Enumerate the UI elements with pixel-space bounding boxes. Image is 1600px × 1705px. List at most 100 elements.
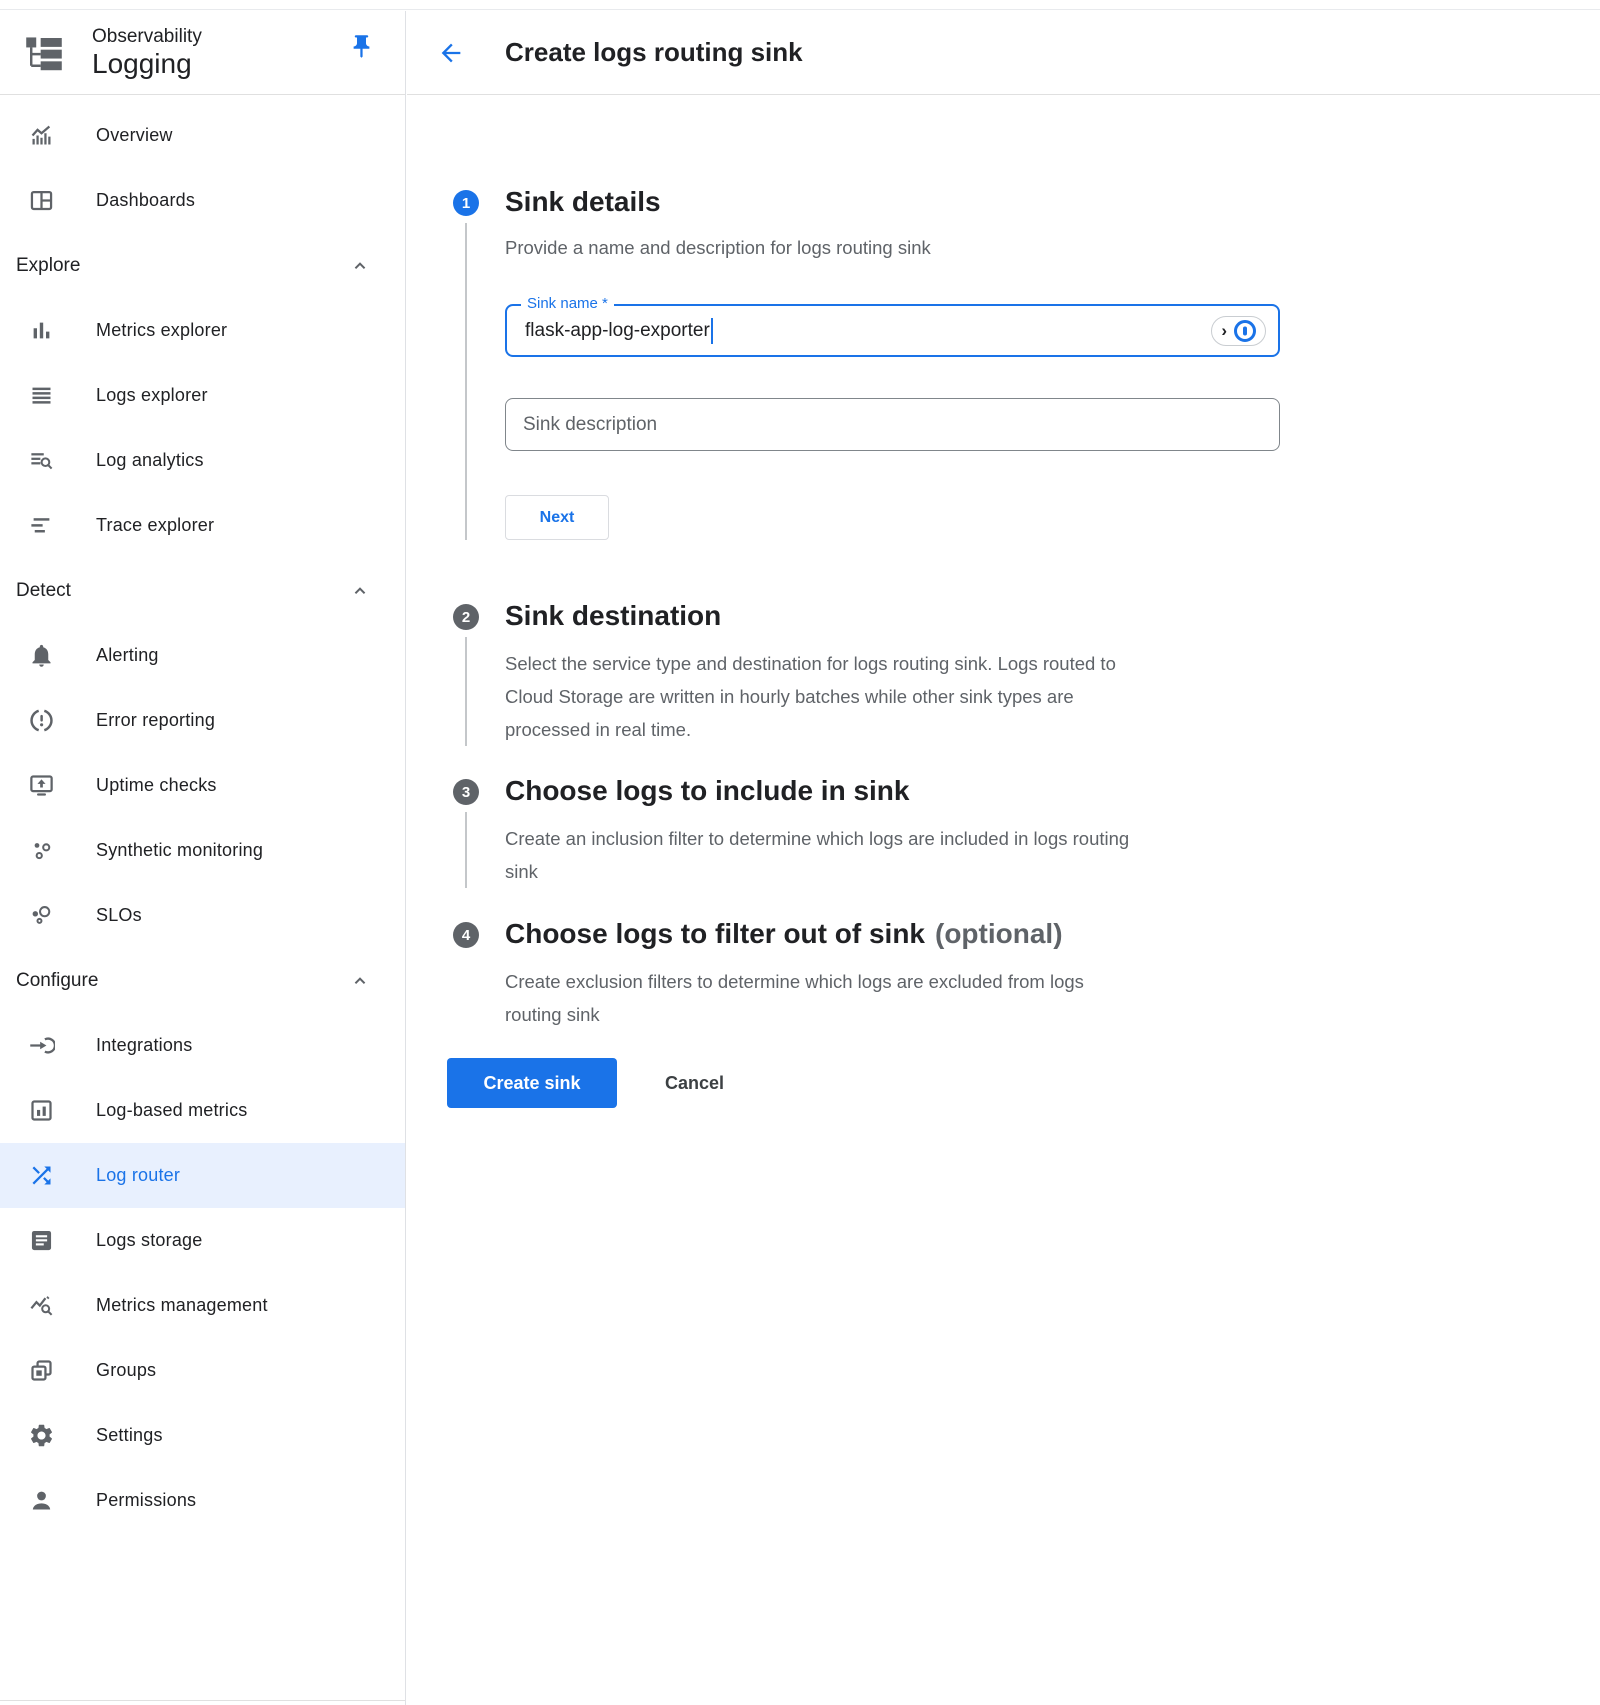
sidebar-item-metrics-management[interactable]: Metrics management bbox=[0, 1273, 405, 1338]
sidebar-item-label: Log-based metrics bbox=[96, 1100, 247, 1121]
synthetic-monitoring-icon bbox=[28, 837, 55, 864]
step-rail: 2 bbox=[453, 604, 479, 746]
back-arrow-icon[interactable] bbox=[437, 39, 465, 67]
pin-icon[interactable] bbox=[348, 33, 375, 60]
sidebar-item-label: SLOs bbox=[96, 905, 142, 926]
uptime-checks-icon bbox=[28, 772, 55, 799]
sidebar: Observability Logging Overview Dashboard… bbox=[0, 11, 406, 1705]
step-title: Sink destination bbox=[505, 601, 1600, 631]
sidebar-item-label: Alerting bbox=[96, 645, 159, 666]
step-number-badge: 4 bbox=[453, 922, 479, 948]
step-rail: 3 bbox=[453, 779, 479, 888]
section-label: Detect bbox=[16, 580, 71, 602]
sidebar-item-log-router[interactable]: Log router bbox=[0, 1143, 405, 1208]
step-connector bbox=[465, 223, 467, 540]
optional-suffix: (optional) bbox=[935, 918, 1063, 949]
overview-icon bbox=[28, 122, 55, 149]
step-title: Sink details bbox=[505, 187, 1600, 217]
sidebar-item-label: Groups bbox=[96, 1360, 156, 1381]
password-manager-widget[interactable]: › bbox=[1211, 316, 1266, 346]
sidebar-item-label: Settings bbox=[96, 1425, 163, 1446]
top-divider bbox=[0, 0, 1600, 10]
sink-description-input[interactable] bbox=[523, 414, 1241, 436]
sidebar-item-label: Log router bbox=[96, 1165, 180, 1186]
log-based-metrics-icon bbox=[28, 1097, 55, 1124]
sidebar-item-logs-explorer[interactable]: Logs explorer bbox=[0, 363, 405, 428]
sidebar-header: Observability Logging bbox=[0, 11, 405, 95]
log-analytics-icon bbox=[28, 447, 55, 474]
sidebar-titles: Observability Logging bbox=[92, 25, 202, 80]
step-rail: 4 bbox=[453, 922, 479, 1031]
sidebar-item-groups[interactable]: Groups bbox=[0, 1338, 405, 1403]
section-label: Configure bbox=[16, 970, 98, 992]
integrations-icon bbox=[28, 1032, 55, 1059]
trace-explorer-icon bbox=[28, 512, 55, 539]
sidebar-item-label: Metrics management bbox=[96, 1295, 268, 1316]
permissions-person-icon bbox=[28, 1487, 55, 1514]
product-title: Logging bbox=[92, 48, 202, 80]
sidebar-item-dashboards[interactable]: Dashboards bbox=[0, 168, 405, 233]
sidebar-item-error-reporting[interactable]: Error reporting bbox=[0, 688, 405, 753]
text-cursor bbox=[711, 318, 713, 344]
logs-explorer-icon bbox=[28, 382, 55, 409]
step-description: Select the service type and destination … bbox=[505, 647, 1295, 746]
sidebar-item-overview[interactable]: Overview bbox=[0, 103, 405, 168]
next-button[interactable]: Next bbox=[505, 495, 609, 540]
sidebar-item-log-analytics[interactable]: Log analytics bbox=[0, 428, 405, 493]
step-connector bbox=[465, 812, 467, 888]
sidebar-item-logs-storage[interactable]: Logs storage bbox=[0, 1208, 405, 1273]
sidebar-item-label: Metrics explorer bbox=[96, 320, 227, 341]
step-number-badge: 2 bbox=[453, 604, 479, 630]
error-reporting-icon bbox=[28, 707, 55, 734]
sink-name-input[interactable]: Sink name * flask-app-log-exporter › bbox=[505, 304, 1280, 357]
sink-description-field bbox=[505, 398, 1280, 451]
logging-product-icon bbox=[24, 35, 64, 71]
dashboards-icon bbox=[28, 187, 55, 214]
page-header: Create logs routing sink bbox=[407, 11, 1600, 95]
step-title: Choose logs to filter out of sink(option… bbox=[505, 919, 1600, 949]
sidebar-item-label: Integrations bbox=[96, 1035, 192, 1056]
sink-creation-form: 1 Sink details Provide a name and descri… bbox=[407, 95, 1600, 1108]
sidebar-section-detect[interactable]: Detect bbox=[0, 558, 405, 623]
sidebar-item-settings[interactable]: Settings bbox=[0, 1403, 405, 1468]
step-number-badge: 3 bbox=[453, 779, 479, 805]
sidebar-item-label: Trace explorer bbox=[96, 515, 214, 536]
sidebar-item-label: Log analytics bbox=[96, 450, 204, 471]
sidebar-item-log-based-metrics[interactable]: Log-based metrics bbox=[0, 1078, 405, 1143]
chevron-up-icon bbox=[349, 580, 371, 602]
sidebar-item-slos[interactable]: SLOs bbox=[0, 883, 405, 948]
form-actions: Create sink Cancel bbox=[447, 1058, 1600, 1108]
sink-name-value: flask-app-log-exporter bbox=[525, 320, 710, 342]
log-router-shuffle-icon bbox=[28, 1162, 55, 1189]
sidebar-item-trace-explorer[interactable]: Trace explorer bbox=[0, 493, 405, 558]
sidebar-item-uptime-checks[interactable]: Uptime checks bbox=[0, 753, 405, 818]
sidebar-item-label: Dashboards bbox=[96, 190, 195, 211]
sink-name-label: Sink name * bbox=[521, 295, 614, 312]
sidebar-item-alerting[interactable]: Alerting bbox=[0, 623, 405, 688]
main-content: Create logs routing sink 1 Sink details … bbox=[407, 11, 1600, 1705]
metrics-management-icon bbox=[28, 1292, 55, 1319]
sidebar-item-label: Error reporting bbox=[96, 710, 215, 731]
sidebar-item-integrations[interactable]: Integrations bbox=[0, 1013, 405, 1078]
sidebar-item-synthetic-monitoring[interactable]: Synthetic monitoring bbox=[0, 818, 405, 883]
sidebar-item-permissions[interactable]: Permissions bbox=[0, 1468, 405, 1533]
sidebar-section-explore[interactable]: Explore bbox=[0, 233, 405, 298]
gcp-logging-app: Observability Logging Overview Dashboard… bbox=[0, 0, 1600, 1705]
alerting-bell-icon bbox=[28, 642, 55, 669]
create-sink-button[interactable]: Create sink bbox=[447, 1058, 617, 1108]
sidebar-item-label: Logs explorer bbox=[96, 385, 208, 406]
section-label: Explore bbox=[16, 255, 80, 277]
chevron-right-icon: › bbox=[1221, 322, 1227, 339]
sidebar-nav: Overview Dashboards Explore Metrics expl… bbox=[0, 95, 405, 1533]
step-sink-destination: 2 Sink destination Select the service ty… bbox=[453, 604, 1600, 779]
step-sink-details: 1 Sink details Provide a name and descri… bbox=[453, 190, 1600, 604]
chevron-up-icon bbox=[349, 970, 371, 992]
step-exclude-logs: 4 Choose logs to filter out of sink(opti… bbox=[453, 922, 1600, 1031]
settings-gear-icon bbox=[28, 1422, 55, 1449]
step-include-logs: 3 Choose logs to include in sink Create … bbox=[453, 779, 1600, 922]
step-description: Provide a name and description for logs … bbox=[505, 231, 1295, 264]
sidebar-item-metrics-explorer[interactable]: Metrics explorer bbox=[0, 298, 405, 363]
sidebar-section-configure[interactable]: Configure bbox=[0, 948, 405, 1013]
cancel-button[interactable]: Cancel bbox=[665, 1073, 724, 1094]
sidebar-item-label: Overview bbox=[96, 125, 173, 146]
